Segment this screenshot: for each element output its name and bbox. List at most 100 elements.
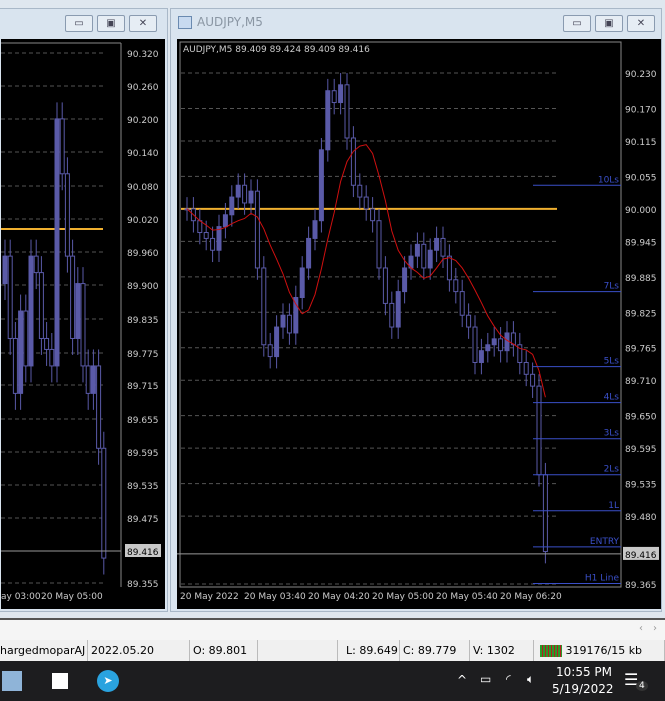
candle-body <box>33 255 39 274</box>
candle-body <box>197 220 203 234</box>
candle-body <box>306 237 312 269</box>
close-button[interactable]: ✕ <box>129 15 157 32</box>
wifi-icon[interactable]: ◜ <box>506 672 511 686</box>
status-datetime: 2022.05.20 04:05 <box>88 640 190 678</box>
close-button[interactable]: ✕ <box>627 15 655 32</box>
maximize-button[interactable]: ▣ <box>97 15 125 32</box>
price-label: 90.170 <box>625 105 657 115</box>
candle-body <box>101 447 107 559</box>
level-label: 4Ls <box>604 393 620 403</box>
candle-body <box>542 474 548 553</box>
candle-body <box>402 267 408 293</box>
candle-body <box>210 237 216 251</box>
scroll-right-icon[interactable]: › <box>653 623 657 634</box>
price-label: 89.710 <box>625 377 657 387</box>
minimize-button[interactable]: ▭ <box>563 15 591 32</box>
candle-body <box>344 84 350 139</box>
candle-body <box>434 237 440 251</box>
app-icon-file[interactable] <box>2 671 22 691</box>
price-label: 89.945 <box>625 238 657 248</box>
level-label: 7Ls <box>604 282 620 292</box>
time-label: 20 May 06:20 <box>500 592 562 602</box>
candle-body <box>472 326 478 363</box>
moving-average-line <box>186 144 546 398</box>
volume-icon[interactable]: 🔈︎ <box>527 672 534 687</box>
candle-body <box>90 365 96 394</box>
chevron-up-icon[interactable]: ^ <box>457 673 467 687</box>
candle-body <box>440 237 446 257</box>
right-chart-window: AUDJPY,M5 ▭ ▣ ✕ AUDJPY,M5 89.409 89.424 … <box>170 8 662 612</box>
price-label: 89.535 <box>625 481 657 491</box>
price-label: 89.355 <box>127 580 159 590</box>
status-low: L: 89.649 <box>338 640 400 661</box>
left-chart-window: ▭ ▣ ✕ 90.320 90.260 90.200 90.140 90.080 90.0… <box>0 8 168 612</box>
price-label: 89.960 <box>127 249 159 259</box>
window-title: AUDJPY,M5 <box>197 15 263 29</box>
price-label: 89.715 <box>127 382 159 392</box>
candle-body <box>203 232 209 239</box>
candle-body <box>59 118 65 175</box>
maximize-button[interactable]: ▣ <box>595 15 623 32</box>
scroll-left-icon[interactable]: ‹ <box>639 623 643 634</box>
price-label: 89.650 <box>625 413 657 423</box>
candle-body <box>453 279 459 293</box>
candle-body <box>350 137 356 186</box>
battery-icon[interactable]: ▭ <box>480 672 491 686</box>
price-label: 89.655 <box>127 416 159 426</box>
clock-date[interactable]: 5/19/2022 <box>552 682 614 696</box>
candle-body <box>254 190 260 269</box>
price-label: 89.480 <box>625 513 657 523</box>
chart-window-icon <box>178 16 192 29</box>
right-chart[interactable]: AUDJPY,M5 89.409 89.424 89.409 89.416 90.… <box>177 39 661 609</box>
price-label: 89.595 <box>625 445 657 455</box>
price-label: 89.365 <box>625 581 657 591</box>
price-label: 90.115 <box>625 138 657 148</box>
price-label: 90.320 <box>127 50 159 60</box>
candle-body <box>12 337 18 394</box>
level-label: 10Ls <box>598 175 619 185</box>
horizontal-scrollbar[interactable]: ‹ › <box>0 618 665 640</box>
candle-body <box>312 220 318 239</box>
price-label: 90.140 <box>127 149 159 159</box>
candle-body <box>229 196 235 216</box>
candle-body <box>286 314 292 334</box>
candle-body <box>395 291 401 328</box>
status-high-empty <box>258 640 338 661</box>
candle-body <box>96 365 102 449</box>
candle-body <box>446 255 452 281</box>
left-chart[interactable]: 90.320 90.260 90.200 90.140 90.080 90.020 89.9… <box>1 39 165 609</box>
status-profile: hargedmoparAJ <box>0 640 88 661</box>
connection-bars-icon <box>540 645 562 657</box>
candle-body <box>530 373 536 387</box>
candle-body <box>274 326 280 358</box>
candle-body <box>54 118 60 367</box>
current-price-label: 89.416 <box>127 548 159 558</box>
candle-body <box>299 267 305 299</box>
level-label: H1 Line <box>585 573 620 583</box>
candle-body <box>18 310 24 394</box>
status-close: C: 89.779 <box>400 640 470 661</box>
level-label: 3Ls <box>604 429 620 439</box>
candle-body <box>44 337 50 350</box>
candle-body <box>75 283 81 339</box>
current-price-label: 89.416 <box>625 551 657 561</box>
time-label: 20 May 2022 <box>180 592 239 602</box>
time-label: 20 May 04:20 <box>308 592 370 602</box>
candle-body <box>389 302 395 328</box>
candle-body <box>261 267 267 346</box>
time-label: 20 May 05:00 <box>41 592 103 602</box>
app-icon-notes[interactable] <box>52 673 68 689</box>
clock-time[interactable]: 10:55 PM <box>556 665 612 679</box>
price-label: 90.080 <box>127 183 159 193</box>
status-open: O: 89.801 <box>190 640 258 661</box>
notification-count: 4 <box>636 681 648 691</box>
candle-body <box>478 350 484 363</box>
candle-body <box>498 338 504 352</box>
telegram-icon[interactable]: ➤ <box>97 670 119 692</box>
level-label: ENTRY <box>590 537 620 547</box>
candle-body <box>248 190 254 204</box>
minimize-button[interactable]: ▭ <box>65 15 93 32</box>
candle-body <box>382 267 388 304</box>
candle-body <box>325 90 331 151</box>
status-traffic: 319176/15 kb <box>534 640 665 661</box>
